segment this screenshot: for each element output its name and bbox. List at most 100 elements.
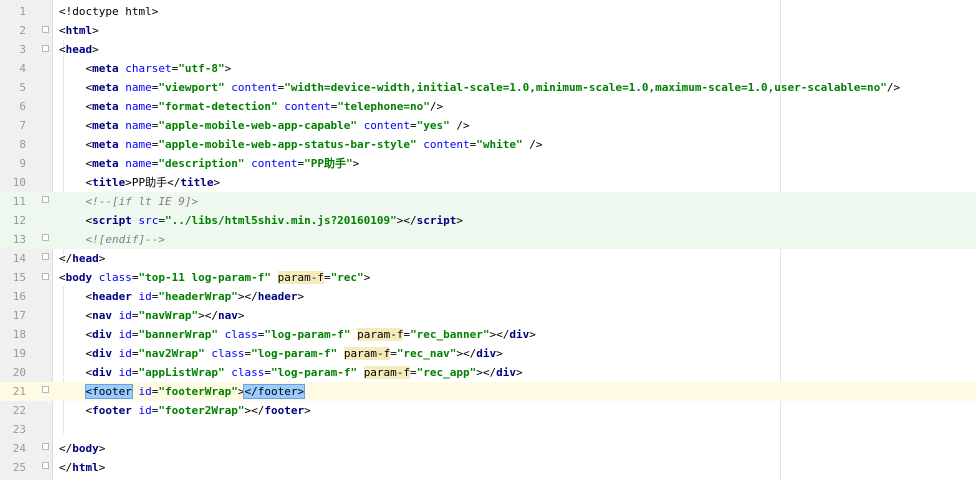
selected-tag: </footer> [243, 384, 306, 399]
code-text: = [131, 366, 139, 379]
code-line[interactable]: 10 <title>PP助手</title> [0, 173, 976, 192]
attr-name: content [231, 81, 278, 94]
highlighted-attr: param-f [343, 347, 391, 360]
attr-name: class [224, 328, 258, 341]
line-number: 17 [12, 309, 26, 322]
code-line[interactable]: 9 <meta name="description" content="PP助手… [0, 154, 976, 173]
attr-value: "log-param-f" [264, 328, 351, 341]
line-code: <footer id="footer2Wrap"></footer> [59, 401, 311, 420]
code-line[interactable]: 6 <meta name="format-detection" content=… [0, 97, 976, 116]
code-text: = [158, 214, 165, 227]
code-text: > [529, 328, 536, 341]
tag-name: footer [264, 404, 305, 417]
code-lines[interactable]: 1 <!doctype html> 2 <html> 3 <head> 4 <meta ch… [0, 2, 976, 477]
line-number: 10 [12, 176, 26, 189]
code-line[interactable]: 12 <script src="../libs/html5shiv.min.js… [0, 211, 976, 230]
code-text: = [131, 309, 139, 322]
code-text: < [59, 157, 93, 170]
line-number: 20 [12, 366, 26, 379]
code-line[interactable]: 22 <footer id="footer2Wrap"></footer> [0, 401, 976, 420]
code-text: ></ [456, 347, 477, 360]
line-number: 13 [12, 233, 26, 246]
text-caret [304, 385, 306, 399]
code-line[interactable]: 8 <meta name="apple-mobile-web-app-statu… [0, 135, 976, 154]
code-line[interactable]: 18 <div id="bannerWrap" class="log-param… [0, 325, 976, 344]
code-text: > [98, 252, 106, 265]
code-line[interactable]: 15 <body class="top-11 log-param-f" param… [0, 268, 976, 287]
code-text: > [213, 176, 221, 189]
fold-end-icon[interactable] [42, 386, 49, 393]
line-number: 15 [12, 271, 26, 284]
code-editor[interactable]: 1 <!doctype html> 2 <html> 3 <head> 4 <meta ch… [0, 0, 976, 480]
code-text: > [304, 404, 311, 417]
attr-value: "log-param-f" [251, 347, 338, 360]
code-line[interactable]: 5 <meta name="viewport" content="width=d… [0, 78, 976, 97]
line-number: 24 [12, 442, 26, 455]
tag-name: header [257, 290, 298, 303]
tag-name: div [509, 328, 530, 341]
attr-value: "footerWrap" [158, 385, 238, 398]
line-number: 3 [19, 43, 26, 56]
code-text: < [59, 119, 93, 132]
attr-value: "telephone=no" [337, 100, 430, 113]
code-text: > [352, 157, 360, 170]
code-line[interactable]: 11 <!--[if lt IE 9]> [0, 192, 976, 211]
code-line[interactable]: 14 </head> [0, 249, 976, 268]
code-line[interactable]: 13 <![endif]--> [0, 230, 976, 249]
code-line[interactable]: 24 </body> [0, 439, 976, 458]
line-number: 19 [12, 347, 26, 360]
attr-value: "log-param-f" [270, 366, 358, 379]
fold-end-icon[interactable] [42, 253, 49, 260]
code-line[interactable]: 20 <div id="appListWrap" class="log-para… [0, 363, 976, 382]
line-code: <!doctype html> [59, 2, 158, 21]
code-text: < [59, 214, 93, 227]
tag-name: script [416, 214, 457, 227]
fold-collapse-icon[interactable] [42, 26, 49, 33]
attr-value: "viewport" [158, 81, 225, 94]
attr-value: "footer2Wrap" [158, 404, 245, 417]
fold-collapse-icon[interactable] [42, 45, 49, 52]
fold-end-icon[interactable] [42, 443, 49, 450]
code-line[interactable]: 17 <nav id="navWrap"></nav> [0, 306, 976, 325]
code-text: < [59, 309, 93, 322]
attr-name: name [125, 119, 152, 132]
code-line[interactable]: 23 [0, 420, 976, 439]
attr-name: class [98, 271, 132, 284]
line-number: 25 [12, 461, 26, 474]
fold-end-icon[interactable] [42, 196, 49, 203]
code-text: /> [429, 100, 444, 113]
code-line[interactable]: 19 <div id="nav2Wrap" class="log-param-f… [0, 344, 976, 363]
fold-end-icon[interactable] [42, 462, 49, 469]
code-text: < [59, 328, 93, 341]
code-text: </ [59, 461, 73, 474]
code-text: > [297, 290, 305, 303]
code-line[interactable]: 16 <header id="headerWrap"></header> [0, 287, 976, 306]
line-number: 5 [19, 81, 26, 94]
tag-name: footer [92, 404, 132, 417]
code-line[interactable]: 1 <!doctype html> [0, 2, 976, 21]
line-number: 22 [12, 404, 26, 417]
code-text: > [496, 347, 503, 360]
code-line[interactable]: 21 <footer id="footerWrap"></footer> [0, 382, 976, 401]
attr-value: "rec_banner" [410, 328, 490, 341]
line-number: 1 [19, 5, 26, 18]
code-text: ></ [244, 404, 265, 417]
attr-name: id [118, 347, 132, 360]
tag-name: title [92, 176, 126, 189]
code-line[interactable]: 25 </html> [0, 458, 976, 477]
code-line[interactable]: 7 <meta name = "apple-mobile-web-app-capab… [0, 116, 976, 135]
line-code: <![endif]--> [59, 230, 165, 249]
code-line[interactable]: 2 <html> [0, 21, 976, 40]
fold-collapse-icon[interactable] [42, 273, 49, 280]
code-line[interactable]: 4 <meta charset="utf-8"> [0, 59, 976, 78]
fold-end-icon[interactable] [42, 234, 49, 241]
code-line[interactable]: 3 <head> [0, 40, 976, 59]
highlighted-attr: param-f [357, 328, 404, 341]
